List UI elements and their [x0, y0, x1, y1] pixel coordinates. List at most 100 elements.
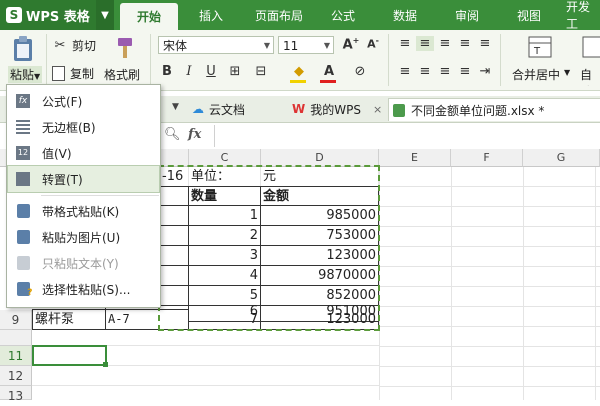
- menu-item-values[interactable]: 12 值(V): [8, 140, 159, 166]
- borders-icon[interactable]: ⊞: [226, 64, 244, 79]
- align-bottom-icon[interactable]: ≡: [436, 36, 454, 51]
- active-cell-a11[interactable]: [32, 345, 107, 366]
- chevron-down-icon: ▼: [263, 41, 270, 50]
- font-size-select[interactable]: 11 ▼: [278, 36, 334, 54]
- align-right-icon[interactable]: ≡: [436, 64, 454, 79]
- row-header-12[interactable]: 12: [0, 366, 32, 386]
- transpose-icon: [14, 171, 32, 187]
- menu-item-no-border[interactable]: 无边框(B): [8, 114, 159, 140]
- menu-item-paste-special[interactable]: ? 选择性粘贴(S)...: [8, 276, 159, 302]
- doc-tab-my-wps[interactable]: W 我的WPS ×: [288, 98, 388, 120]
- paste-label[interactable]: 粘贴▼: [8, 66, 43, 83]
- tab-review[interactable]: 审阅: [446, 0, 488, 30]
- tab-view[interactable]: 视图: [508, 0, 550, 30]
- increase-font-icon[interactable]: A+: [342, 36, 360, 52]
- menu-item-formula[interactable]: fx 公式(F): [8, 88, 159, 114]
- copy-button[interactable]: 复制: [52, 64, 94, 82]
- cell-c4[interactable]: 1: [189, 206, 261, 226]
- align-left-icon[interactable]: ≡: [456, 36, 474, 51]
- cell-style-icon[interactable]: ⊘: [352, 64, 368, 79]
- cell-a9[interactable]: 螺杆泵: [32, 310, 106, 330]
- align-justify-icon[interactable]: ≡: [476, 36, 494, 51]
- doc-tab-active-file[interactable]: 不同金额单位问题.xlsx *: [388, 98, 600, 121]
- indent-icon[interactable]: ⇥: [476, 64, 494, 79]
- doc-tab-cloud[interactable]: ☁ 云文档: [188, 98, 278, 120]
- cell-b6[interactable]: [160, 246, 189, 266]
- row-header-13[interactable]: 13: [0, 386, 32, 403]
- cell-c6[interactable]: 3: [189, 246, 261, 266]
- fx-icon[interactable]: fx: [188, 127, 201, 142]
- cell-c2[interactable]: 单位：: [189, 167, 261, 187]
- wps-s-icon: S: [6, 7, 22, 23]
- align-top-icon[interactable]: ≡: [396, 36, 414, 51]
- cell-d5[interactable]: 753000: [261, 226, 379, 246]
- align-text-left-icon[interactable]: ≡: [396, 64, 414, 79]
- spreadsheet-file-icon: [393, 103, 405, 117]
- column-header-c[interactable]: C: [189, 149, 261, 167]
- fill-handle[interactable]: [103, 362, 108, 367]
- cloud-icon: ☁: [192, 102, 204, 116]
- tab-developer[interactable]: 开发工: [566, 0, 600, 31]
- svg-text:T: T: [533, 46, 541, 57]
- cell-b5[interactable]: [160, 226, 189, 246]
- italic-button[interactable]: I: [182, 64, 196, 79]
- formula-icon: fx: [14, 93, 32, 109]
- column-header-g[interactable]: G: [523, 149, 600, 167]
- paste-picture-icon: [14, 229, 32, 245]
- column-header-e[interactable]: E: [379, 149, 451, 167]
- menu-item-paste-with-format[interactable]: 带格式粘贴(K): [8, 198, 159, 224]
- zoom-icon[interactable]: 🔍︎: [164, 127, 181, 142]
- menu-item-paste-as-picture[interactable]: 粘贴为图片(U): [8, 224, 159, 250]
- paste-button[interactable]: [8, 34, 44, 64]
- cell-b7[interactable]: [160, 266, 189, 286]
- cell-b3[interactable]: [160, 186, 189, 206]
- font-color-icon[interactable]: A: [320, 64, 338, 79]
- cell-b2[interactable]: -16: [160, 167, 189, 187]
- decrease-font-icon[interactable]: A-: [364, 36, 382, 51]
- fill-color-icon[interactable]: ◆: [290, 64, 308, 79]
- tab-insert[interactable]: 插入: [188, 0, 234, 30]
- merge-center-button[interactable]: T 合并居中 ▼: [510, 34, 570, 86]
- cell-d6[interactable]: 123000: [261, 246, 379, 266]
- tab-home[interactable]: 开始: [120, 3, 178, 30]
- cell-d4[interactable]: 985000: [261, 206, 379, 226]
- cell-c7[interactable]: 4: [189, 266, 261, 286]
- chevron-down-icon[interactable]: ▼: [96, 0, 114, 30]
- chevron-down-icon: ▼: [564, 68, 571, 77]
- tab-page-layout[interactable]: 页面布局: [244, 0, 314, 30]
- align-distributed-icon[interactable]: ≡: [456, 64, 474, 79]
- row-header-11[interactable]: 11: [0, 346, 32, 366]
- cell-c9[interactable]: 7: [189, 310, 261, 330]
- cut-button[interactable]: ✂ 剪切: [52, 36, 96, 54]
- column-header-f[interactable]: F: [451, 149, 523, 167]
- row-header-9[interactable]: 9: [0, 310, 32, 330]
- menu-item-transpose[interactable]: 转置(T): [7, 165, 160, 193]
- divider: [388, 34, 389, 86]
- cell-d9[interactable]: 123000: [261, 310, 379, 330]
- formula-input[interactable]: [214, 125, 600, 147]
- cell-d7[interactable]: 9870000: [261, 266, 379, 286]
- merge-cells-icon[interactable]: ⊟: [252, 64, 270, 79]
- align-middle-icon[interactable]: ≡: [416, 36, 434, 51]
- column-header-d[interactable]: D: [261, 149, 379, 167]
- close-icon[interactable]: ×: [373, 103, 382, 116]
- bold-button[interactable]: B: [160, 64, 174, 79]
- cell-c5[interactable]: 2: [189, 226, 261, 246]
- no-border-icon: [14, 119, 32, 135]
- underline-button[interactable]: U: [204, 64, 218, 79]
- cell-b4[interactable]: [160, 206, 189, 226]
- tab-data[interactable]: 数据: [384, 0, 426, 30]
- align-center-icon[interactable]: ≡: [416, 64, 434, 79]
- tab-formulas[interactable]: 公式: [322, 0, 364, 30]
- font-name-select[interactable]: 宋体 ▼: [158, 36, 274, 54]
- cell-d3[interactable]: 金额: [261, 186, 379, 206]
- wrap-text-button[interactable]: 自动: [578, 34, 600, 86]
- cell-c3[interactable]: 数量: [189, 186, 261, 206]
- format-painter-button[interactable]: 格式刷: [104, 34, 144, 84]
- cell-d2[interactable]: 元: [261, 167, 379, 187]
- chevron-down-icon[interactable]: ▼: [172, 102, 179, 112]
- cell-b9[interactable]: A-7: [106, 310, 189, 330]
- paste-special-icon: ?: [14, 281, 33, 298]
- row-header-10[interactable]: [0, 330, 32, 346]
- cell-b8[interactable]: [160, 286, 189, 306]
